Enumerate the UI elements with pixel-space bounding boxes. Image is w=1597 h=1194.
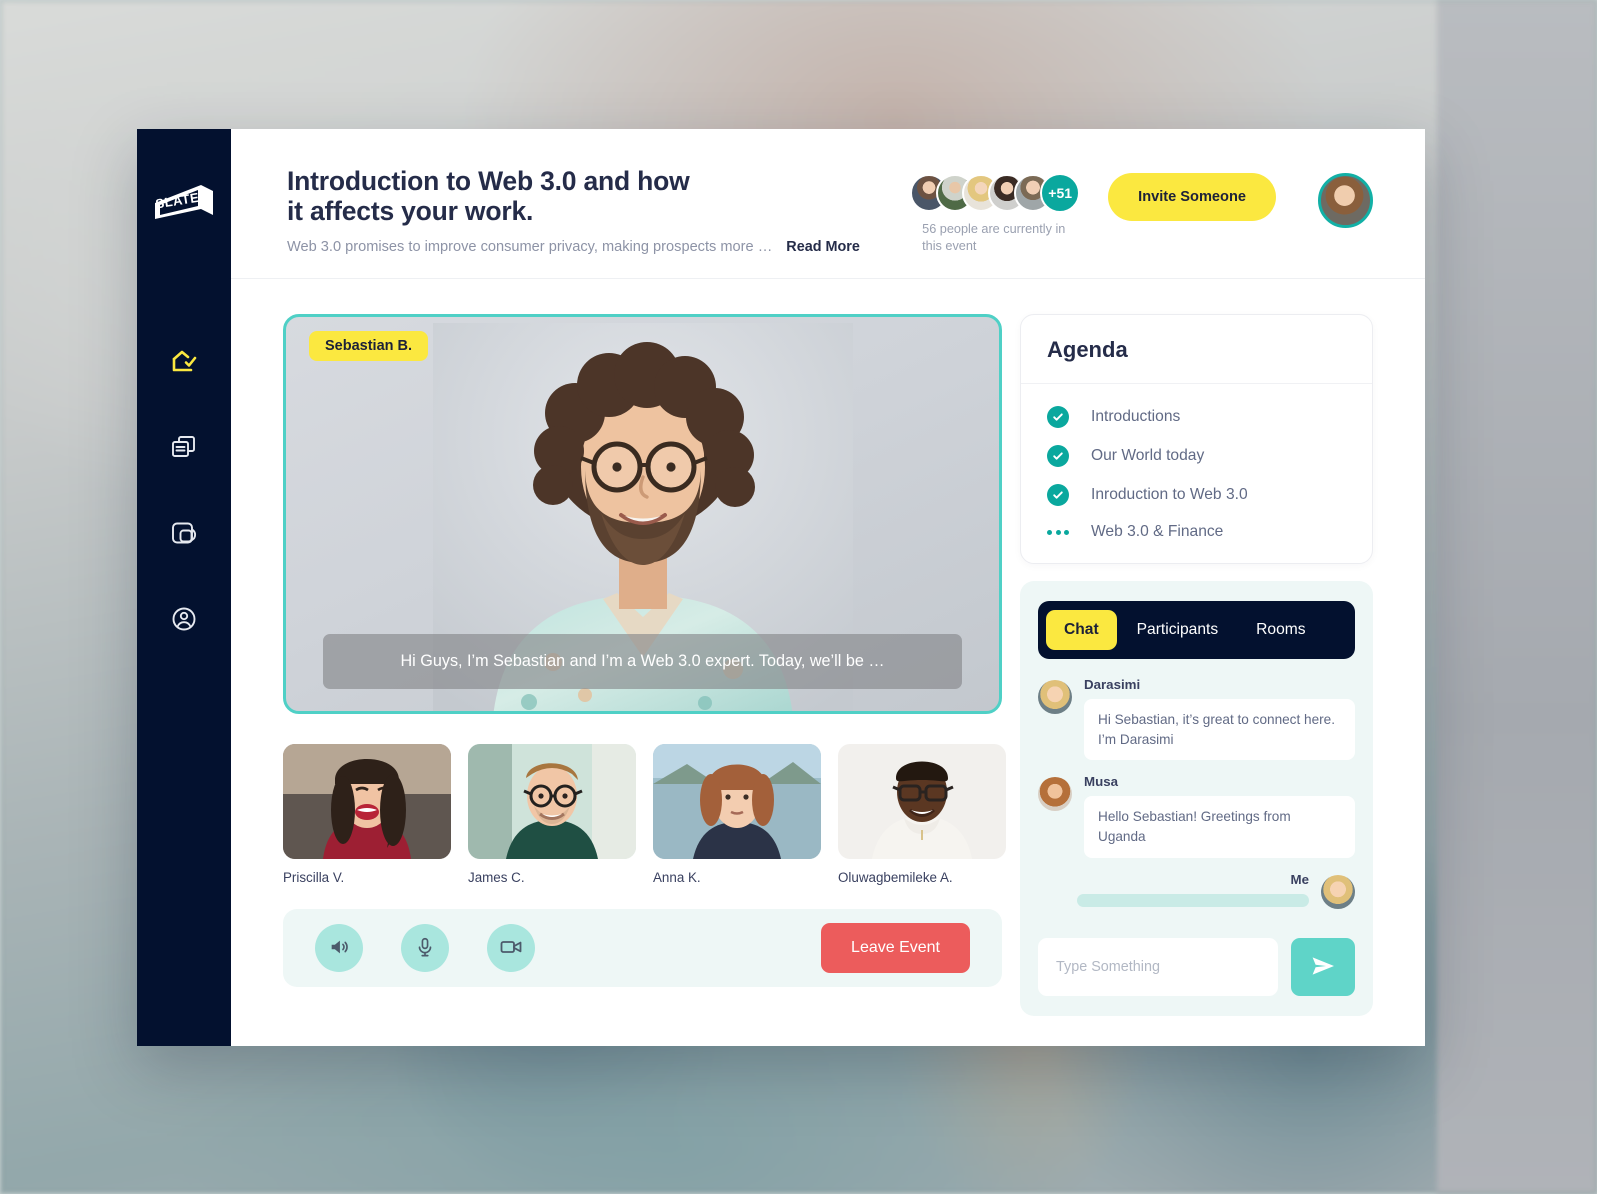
sidebar-nav bbox=[161, 340, 207, 644]
chat-panel: Chat Participants Rooms Darasimi Hi Seba… bbox=[1020, 581, 1373, 1016]
agenda-item[interactable]: Our World today bbox=[1047, 445, 1346, 467]
sidebar-item-rooms[interactable] bbox=[161, 512, 207, 558]
home-check-icon bbox=[169, 346, 199, 381]
chat-message-list[interactable]: Darasimi Hi Sebastian, it’s great to con… bbox=[1038, 659, 1355, 938]
chat-message-body: Me bbox=[1077, 872, 1309, 909]
agenda-item[interactable]: Web 3.0 & Finance bbox=[1047, 523, 1346, 541]
page-title: Introduction to Web 3.0 and how it affec… bbox=[287, 166, 690, 226]
agenda-item[interactable]: Introductions bbox=[1047, 406, 1346, 428]
agenda-item-label: Inroduction to Web 3.0 bbox=[1091, 486, 1248, 503]
avatar bbox=[1321, 874, 1355, 909]
agenda-item-label: Web 3.0 & Finance bbox=[1091, 523, 1224, 540]
main-video-stage[interactable]: Sebastian B. Hi Guys, I’m Sebastian and … bbox=[283, 314, 1002, 714]
event-body: Sebastian B. Hi Guys, I’m Sebastian and … bbox=[231, 279, 1425, 1046]
event-description: Web 3.0 promises to improve consumer pri… bbox=[287, 239, 773, 256]
participant-tile[interactable]: James C. bbox=[468, 744, 636, 885]
read-more-link[interactable]: Read More bbox=[786, 239, 860, 255]
avatar bbox=[1038, 777, 1072, 812]
chat-message-author: Me bbox=[1290, 871, 1309, 887]
tab-rooms[interactable]: Rooms bbox=[1238, 610, 1323, 650]
agenda-list: Introductions Our World today Inroductio… bbox=[1021, 384, 1372, 563]
microphone-icon bbox=[414, 936, 436, 961]
participant-tile[interactable]: Priscilla V. bbox=[283, 744, 451, 885]
tab-participants[interactable]: Participants bbox=[1119, 610, 1236, 650]
speaker-icon bbox=[328, 936, 350, 961]
chat-message-body: Darasimi Hi Sebastian, it’s great to con… bbox=[1084, 677, 1355, 761]
participant-tile[interactable]: Oluwagbemileke A. bbox=[838, 744, 1006, 885]
participant-video-feed bbox=[838, 744, 1006, 859]
chat-message-author: Darasimi bbox=[1084, 677, 1141, 692]
agenda-item[interactable]: Inroduction to Web 3.0 bbox=[1047, 484, 1346, 506]
account-circle-icon bbox=[169, 604, 199, 639]
chat-message: Darasimi Hi Sebastian, it’s great to con… bbox=[1038, 677, 1355, 761]
avatar bbox=[1038, 680, 1072, 714]
chat-message-author: Musa bbox=[1084, 774, 1118, 790]
participant-name: Anna K. bbox=[653, 870, 701, 885]
invite-someone-button[interactable]: Invite Someone bbox=[1108, 173, 1276, 221]
participant-video-feed bbox=[653, 744, 821, 859]
attendee-overflow-badge[interactable]: +51 bbox=[1040, 173, 1081, 213]
event-header-right: +51 56 people are currently in this even… bbox=[910, 167, 1373, 255]
check-circle-icon bbox=[1047, 406, 1069, 428]
sidebar-item-feed[interactable] bbox=[161, 426, 207, 472]
participant-name: James C. bbox=[468, 870, 525, 885]
windows-cards-icon bbox=[169, 432, 199, 467]
sidebar: SLATE bbox=[137, 129, 231, 1046]
attendee-count-text: 56 people are currently in this event bbox=[922, 222, 1066, 254]
video-column: Sebastian B. Hi Guys, I’m Sebastian and … bbox=[283, 314, 1006, 1016]
current-user-avatar[interactable] bbox=[1318, 173, 1373, 228]
chat-composer bbox=[1038, 938, 1355, 996]
live-caption-text: Hi Guys, I’m Sebastian and I’m a Web 3.0… bbox=[400, 652, 885, 670]
participant-video-feed bbox=[468, 744, 636, 859]
sidebar-item-home[interactable] bbox=[161, 340, 207, 386]
attendee-avatar-stack[interactable]: +51 bbox=[910, 173, 1094, 213]
leave-event-button[interactable]: Leave Event bbox=[821, 923, 970, 973]
check-circle-icon bbox=[1047, 484, 1069, 506]
participant-name: Oluwagbemileke A. bbox=[838, 870, 953, 885]
speaker-name-badge: Sebastian B. bbox=[309, 331, 429, 361]
ellipsis-pending-icon bbox=[1047, 529, 1069, 535]
participant-video-feed bbox=[283, 744, 451, 859]
call-controls: Leave Event bbox=[283, 909, 1002, 987]
camera-toggle-button[interactable] bbox=[487, 924, 535, 972]
chat-message-body: Musa Hello Sebastian! Greetings from Uga… bbox=[1084, 774, 1355, 858]
chat-message-self: Me bbox=[1038, 872, 1355, 909]
sidebar-item-account[interactable] bbox=[161, 598, 207, 644]
speaker-toggle-button[interactable] bbox=[315, 924, 363, 972]
rooms-icon bbox=[169, 518, 199, 553]
chat-message-text: Hello Sebastian! Greetings from Uganda bbox=[1084, 796, 1355, 858]
event-header: Introduction to Web 3.0 and how it affec… bbox=[231, 129, 1425, 279]
chat-tabs: Chat Participants Rooms bbox=[1038, 601, 1355, 659]
participant-name: Priscilla V. bbox=[283, 870, 345, 885]
app-window: SLATE Introduction to Web 3.0 and how it… bbox=[137, 129, 1425, 1046]
main-content: Introduction to Web 3.0 and how it affec… bbox=[231, 129, 1425, 1046]
agenda-panel: Agenda Introductions Our World today Inr… bbox=[1020, 314, 1373, 564]
send-message-button[interactable] bbox=[1291, 938, 1355, 996]
event-header-left: Introduction to Web 3.0 and how it affec… bbox=[287, 166, 922, 255]
send-paper-plane-icon bbox=[1309, 952, 1337, 983]
microphone-toggle-button[interactable] bbox=[401, 924, 449, 972]
agenda-header: Agenda bbox=[1021, 315, 1372, 384]
slate-logo[interactable]: SLATE bbox=[151, 177, 217, 225]
chat-input[interactable] bbox=[1038, 938, 1278, 996]
event-description-row: Web 3.0 promises to improve consumer pri… bbox=[287, 239, 902, 255]
participant-thumbnails: Priscilla V. James C. Anna K. Oluwagbemi… bbox=[283, 744, 1006, 885]
attendee-summary: +51 56 people are currently in this even… bbox=[910, 173, 1094, 255]
agenda-item-label: Our World today bbox=[1091, 447, 1205, 464]
live-caption-bar: Hi Guys, I’m Sebastian and I’m a Web 3.0… bbox=[323, 634, 962, 689]
chat-message: Musa Hello Sebastian! Greetings from Uga… bbox=[1038, 774, 1355, 858]
video-camera-icon bbox=[499, 935, 523, 962]
participant-tile[interactable]: Anna K. bbox=[653, 744, 821, 885]
chat-message-text-self bbox=[1077, 893, 1309, 907]
check-circle-icon bbox=[1047, 445, 1069, 467]
chat-message-text: Hi Sebastian, it’s great to connect here… bbox=[1084, 699, 1355, 761]
side-panels: Agenda Introductions Our World today Inr… bbox=[1020, 314, 1373, 1016]
tab-chat[interactable]: Chat bbox=[1046, 610, 1117, 650]
agenda-item-label: Introductions bbox=[1091, 408, 1181, 425]
agenda-title: Agenda bbox=[1047, 337, 1128, 362]
